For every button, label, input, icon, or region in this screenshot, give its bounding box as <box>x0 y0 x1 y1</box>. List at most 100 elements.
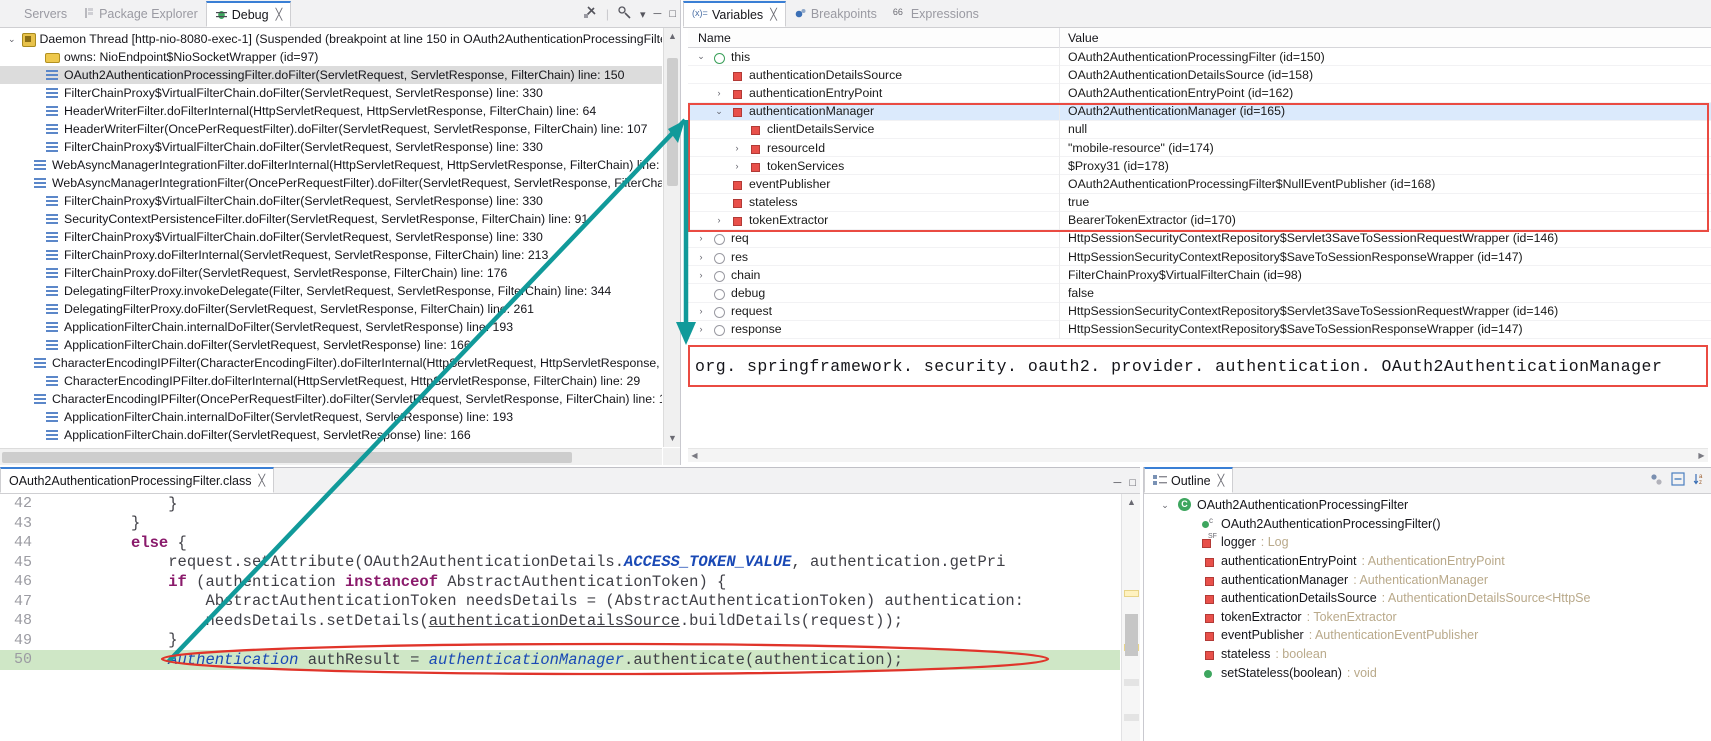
stack-frame-row[interactable]: FilterChainProxy$VirtualFilterChain.doFi… <box>0 228 662 246</box>
view-menu-icon[interactable] <box>617 5 632 23</box>
variable-name-cell[interactable]: › request <box>688 302 1060 321</box>
stack-frame-row[interactable]: ApplicationFilterChain.doFilter(ServletR… <box>0 336 662 354</box>
variable-name-cell[interactable]: › response <box>688 320 1060 339</box>
variable-row[interactable]: › tokenExtractor BearerTokenExtractor (id=… <box>688 211 1711 230</box>
variable-name-cell[interactable]: debug <box>688 283 1060 303</box>
variable-row[interactable]: eventPublisher OAuth2AuthenticationProces… <box>688 174 1711 194</box>
close-icon[interactable]: ╳ <box>276 8 283 21</box>
editor-maximize-icon[interactable]: □ <box>1129 477 1136 489</box>
tab-oauth2-filter-class[interactable]: OAuth2AuthenticationProcessingFilter.cla… <box>0 467 275 493</box>
variable-row[interactable]: › res HttpSessionSecurityContextRepository… <box>688 247 1711 267</box>
variable-value-cell[interactable]: BearerTokenExtractor (id=170) <box>1060 213 1711 227</box>
stack-frame-row[interactable]: FilterChainProxy$VirtualFilterChain.doFi… <box>0 84 662 102</box>
tab-variables[interactable]: (x)= Variables ╳ <box>683 1 786 27</box>
variable-value-cell[interactable]: HttpSessionSecurityContextRepository$Sav… <box>1060 322 1711 336</box>
column-header-value[interactable]: Value <box>1060 31 1711 45</box>
scroll-up-icon[interactable]: ▲ <box>1122 494 1141 510</box>
stack-frame-row[interactable]: FilterChainProxy$VirtualFilterChain.doFi… <box>0 138 662 156</box>
stack-frame-row[interactable]: HeaderWriterFilter.doFilterInternal(Http… <box>0 102 662 120</box>
variable-row[interactable]: › request HttpSessionSecurityContextReposi… <box>688 302 1711 321</box>
stack-frame-row[interactable]: ⌄ Daemon Thread [http-nio-8080-exec-1] (S… <box>0 30 662 48</box>
stack-frame-row[interactable]: FilterChainProxy.doFilter(ServletRequest… <box>0 264 662 282</box>
scrollbar-thumb[interactable] <box>1125 614 1138 656</box>
variable-name-cell[interactable]: ⌄ this <box>688 47 1060 66</box>
expand-twisty-icon[interactable]: › <box>712 88 726 98</box>
tab-servers[interactable]: Servers <box>0 1 75 27</box>
variable-row[interactable]: authenticationDetailsSource OAuth2Authent… <box>688 65 1711 85</box>
variable-name-cell[interactable]: authenticationDetailsSource <box>688 65 1060 84</box>
tab-package-explorer[interactable]: Package Explorer <box>75 1 206 27</box>
tab-debug[interactable]: Debug ╳ <box>205 1 292 27</box>
stack-frame-row[interactable]: FilterChainProxy$VirtualFilterChain.doFi… <box>0 192 662 210</box>
variable-row[interactable]: debug false <box>688 283 1711 303</box>
variables-table[interactable]: Name Value ⌄ this OAuth2AuthenticationProc… <box>688 27 1711 343</box>
expand-twisty-icon[interactable]: › <box>712 215 726 225</box>
scroll-right-icon[interactable]: ▶ <box>1695 449 1708 463</box>
outline-item[interactable]: ⌄ OAuth2AuthenticationProcessingFilter <box>1144 496 1711 515</box>
variable-name-cell[interactable]: eventPublisher <box>688 174 1060 193</box>
outline-item[interactable]: logger : Log <box>1144 533 1711 552</box>
variable-detail-pane[interactable]: org. springframework. security. oauth2. … <box>688 345 1708 387</box>
code-text-area[interactable]: 42 } 43 } 44 else { 45 request.setAttrib… <box>0 494 1120 741</box>
variable-value-cell[interactable]: "mobile-resource" (id=174) <box>1060 141 1711 155</box>
variable-row[interactable]: › chain FilterChainProxy$VirtualFilterChai… <box>688 265 1711 285</box>
variable-value-cell[interactable]: OAuth2AuthenticationDetailsSource (id=15… <box>1060 68 1711 82</box>
outline-item[interactable]: authenticationManager : AuthenticationMa… <box>1144 570 1711 589</box>
variable-name-cell[interactable]: clientDetailsService <box>688 120 1060 139</box>
scrollbar-thumb[interactable] <box>2 452 572 463</box>
outline-item[interactable]: tokenExtractor : TokenExtractor <box>1144 608 1711 627</box>
variable-value-cell[interactable]: null <box>1060 122 1711 136</box>
stack-frame-row[interactable]: OAuth2AuthenticationProcessingFilter.doF… <box>0 66 662 84</box>
variable-name-cell[interactable]: › authenticationEntryPoint <box>688 83 1060 103</box>
expand-twisty-icon[interactable]: › <box>730 161 744 171</box>
view-maximize-icon[interactable]: □ <box>669 8 676 20</box>
expand-twisty-icon[interactable]: ⌄ <box>8 34 16 45</box>
tab-breakpoints[interactable]: Breakpoints <box>786 1 885 27</box>
variable-row[interactable]: ⌄ this OAuth2AuthenticationProcessingFilte… <box>688 47 1711 67</box>
variable-value-cell[interactable]: HttpSessionSecurityContextRepository$Ser… <box>1060 304 1711 318</box>
expand-twisty-icon[interactable]: › <box>694 306 708 316</box>
collapse-all-icon[interactable] <box>1671 472 1685 489</box>
stack-frame-row[interactable]: CharacterEncodingIPFilter.doFilterIntern… <box>0 372 662 390</box>
outline-item[interactable]: authenticationDetailsSource : Authentica… <box>1144 589 1711 608</box>
variable-name-cell[interactable]: › req <box>688 229 1060 248</box>
variable-value-cell[interactable]: HttpSessionSecurityContextRepository$Ser… <box>1060 231 1711 245</box>
variable-row[interactable]: › req HttpSessionSecurityContextRepository… <box>688 229 1711 249</box>
variable-name-cell[interactable]: › tokenExtractor <box>688 211 1060 230</box>
scroll-left-icon[interactable]: ◀ <box>688 449 701 463</box>
tab-outline[interactable]: Outline ╳ <box>1144 467 1234 493</box>
variables-detail-scrollbar[interactable]: ◀ ▶ <box>688 448 1708 462</box>
variable-name-cell[interactable]: › tokenServices <box>688 156 1060 175</box>
stack-frame-row[interactable]: WebAsyncManagerIntegrationFilter(OncePer… <box>0 174 662 192</box>
variable-value-cell[interactable]: OAuth2AuthenticationProcessingFilter (id… <box>1060 50 1711 64</box>
variable-row[interactable]: › tokenServices $Proxy31 (id=178) <box>688 156 1711 176</box>
close-icon[interactable]: ╳ <box>259 474 266 487</box>
column-header-name[interactable]: Name <box>688 27 1060 48</box>
scrollbar-thumb[interactable] <box>667 58 678 186</box>
variable-name-cell[interactable]: ⌄ authenticationManager <box>688 102 1060 121</box>
stack-frame-row[interactable]: DelegatingFilterProxy.invokeDelegate(Fil… <box>0 282 662 300</box>
sort-icon[interactable]: az <box>1693 472 1707 489</box>
stack-frame-row[interactable]: CharacterEncodingIPFilter(CharacterEncod… <box>0 354 662 372</box>
variable-value-cell[interactable]: $Proxy31 (id=178) <box>1060 159 1711 173</box>
disconnect-icon[interactable] <box>583 5 598 23</box>
debug-stack-list[interactable]: ⌄ Daemon Thread [http-nio-8080-exec-1] (S… <box>0 28 662 447</box>
variable-row[interactable]: ⌄ authenticationManager OAuth2Authenticati… <box>688 102 1711 121</box>
stack-frame-row[interactable]: CharacterEncodingIPFilter(OncePerRequest… <box>0 390 662 408</box>
variable-value-cell[interactable]: FilterChainProxy$VirtualFilterChain (id=… <box>1060 268 1711 282</box>
view-minimize-icon[interactable]: ▾ <box>640 8 646 21</box>
close-icon[interactable]: ╳ <box>770 8 777 21</box>
expand-twisty-icon[interactable]: ⌄ <box>712 106 726 117</box>
expand-twisty-icon[interactable]: ⌄ <box>694 51 708 62</box>
outline-item[interactable]: setStateless(boolean) : void <box>1144 663 1711 682</box>
outline-item[interactable]: eventPublisher : AuthenticationEventPubl… <box>1144 626 1711 645</box>
variable-value-cell[interactable]: OAuth2AuthenticationManager (id=165) <box>1060 104 1711 118</box>
stack-frame-row[interactable]: DelegatingFilterProxy.doFilter(ServletRe… <box>0 300 662 318</box>
stack-frame-row[interactable]: ApplicationFilterChain.internalDoFilter(… <box>0 408 662 426</box>
outline-item[interactable]: authenticationEntryPoint : Authenticatio… <box>1144 552 1711 571</box>
stack-frame-row[interactable]: WebAsyncManagerIntegrationFilter.doFilte… <box>0 156 662 174</box>
debug-vertical-scrollbar[interactable]: ▲ ▼ <box>663 28 680 447</box>
expand-twisty-icon[interactable]: › <box>694 324 708 334</box>
stack-frame-row[interactable]: FilterChainProxy.doFilterInternal(Servle… <box>0 246 662 264</box>
variable-value-cell[interactable]: true <box>1060 195 1711 209</box>
